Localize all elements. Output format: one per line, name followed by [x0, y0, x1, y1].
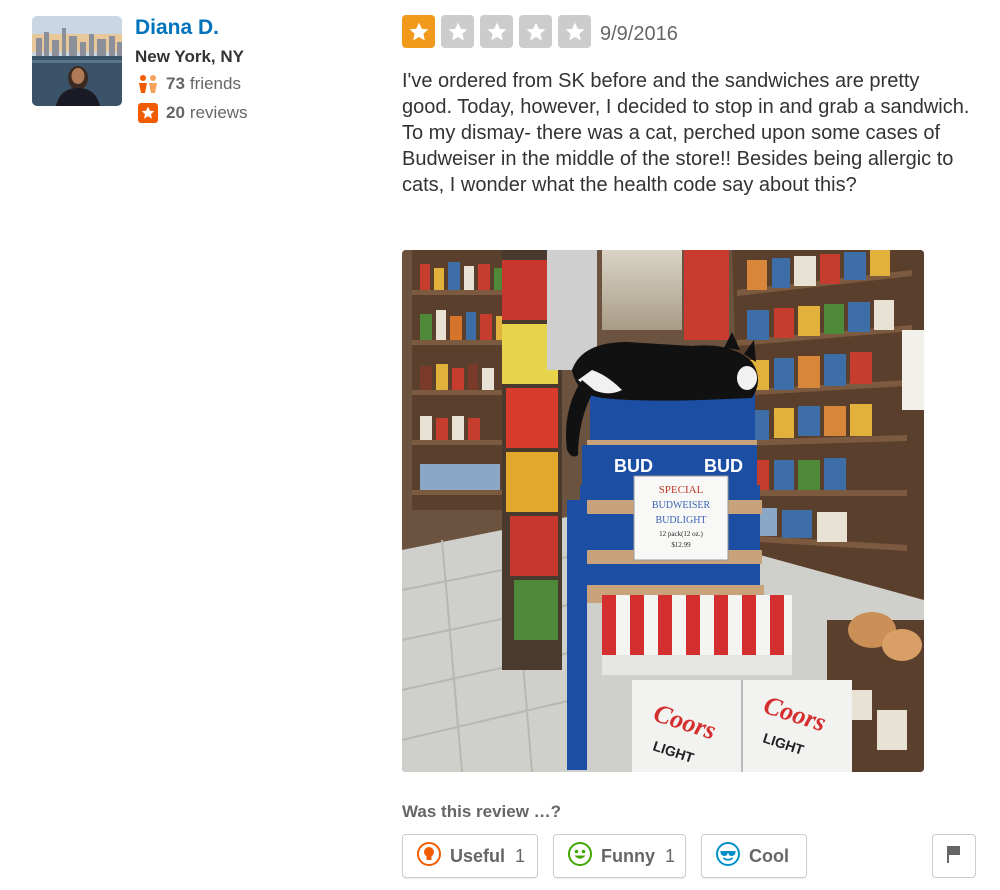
- review-star-icon: [137, 102, 159, 124]
- bud-logo-left: BUD: [614, 456, 653, 476]
- useful-count: 1: [515, 845, 526, 866]
- smile-icon: [568, 841, 592, 871]
- sign-line-4: 12 pack(12 oz.): [659, 530, 703, 538]
- star-icon: [519, 15, 552, 48]
- friends-stat: 73 friends: [137, 73, 241, 95]
- flag-icon: [945, 844, 963, 869]
- useful-button[interactable]: Useful 1: [402, 834, 538, 878]
- useful-label: Useful: [450, 845, 506, 866]
- sunglasses-icon: [716, 841, 740, 871]
- sign-line-1: SPECIAL: [659, 484, 704, 496]
- sign-line-3: BUDLIGHT: [655, 515, 706, 526]
- sign-line-2: BUDWEISER: [652, 500, 711, 511]
- funny-label: Funny: [601, 845, 655, 866]
- star-icon: [402, 15, 435, 48]
- review-date: 9/9/2016: [600, 23, 678, 45]
- star-icon: [558, 15, 591, 48]
- user-avatar[interactable]: [32, 16, 122, 106]
- funny-count: 1: [665, 845, 676, 866]
- user-location: New York, NY: [135, 47, 244, 66]
- cool-label: Cool: [749, 845, 789, 866]
- review-text: I've ordered from SK before and the sand…: [402, 70, 970, 196]
- reviews-label: reviews: [189, 103, 248, 122]
- lightbulb-icon: [417, 841, 441, 871]
- review-photo[interactable]: BUD BUD SPECIAL BUDWEISER BUDLIGHT 12 pa…: [402, 250, 924, 772]
- user-name-link[interactable]: Diana D.: [135, 16, 219, 40]
- cool-button[interactable]: Cool: [701, 834, 807, 878]
- vote-prompt: Was this review …?: [402, 802, 562, 821]
- star-rating: [402, 15, 597, 48]
- star-icon: [441, 15, 474, 48]
- funny-button[interactable]: Funny 1: [553, 834, 686, 878]
- star-icon: [480, 15, 513, 48]
- bud-logo-right: BUD: [704, 456, 743, 476]
- reviews-stat: 20 reviews: [137, 102, 248, 124]
- friends-count: 73: [166, 74, 185, 93]
- flag-button[interactable]: [932, 834, 976, 878]
- friends-icon: [137, 73, 159, 95]
- friends-label: friends: [189, 74, 241, 93]
- sign-line-5: $12.99: [671, 541, 691, 549]
- reviews-count: 20: [166, 103, 185, 122]
